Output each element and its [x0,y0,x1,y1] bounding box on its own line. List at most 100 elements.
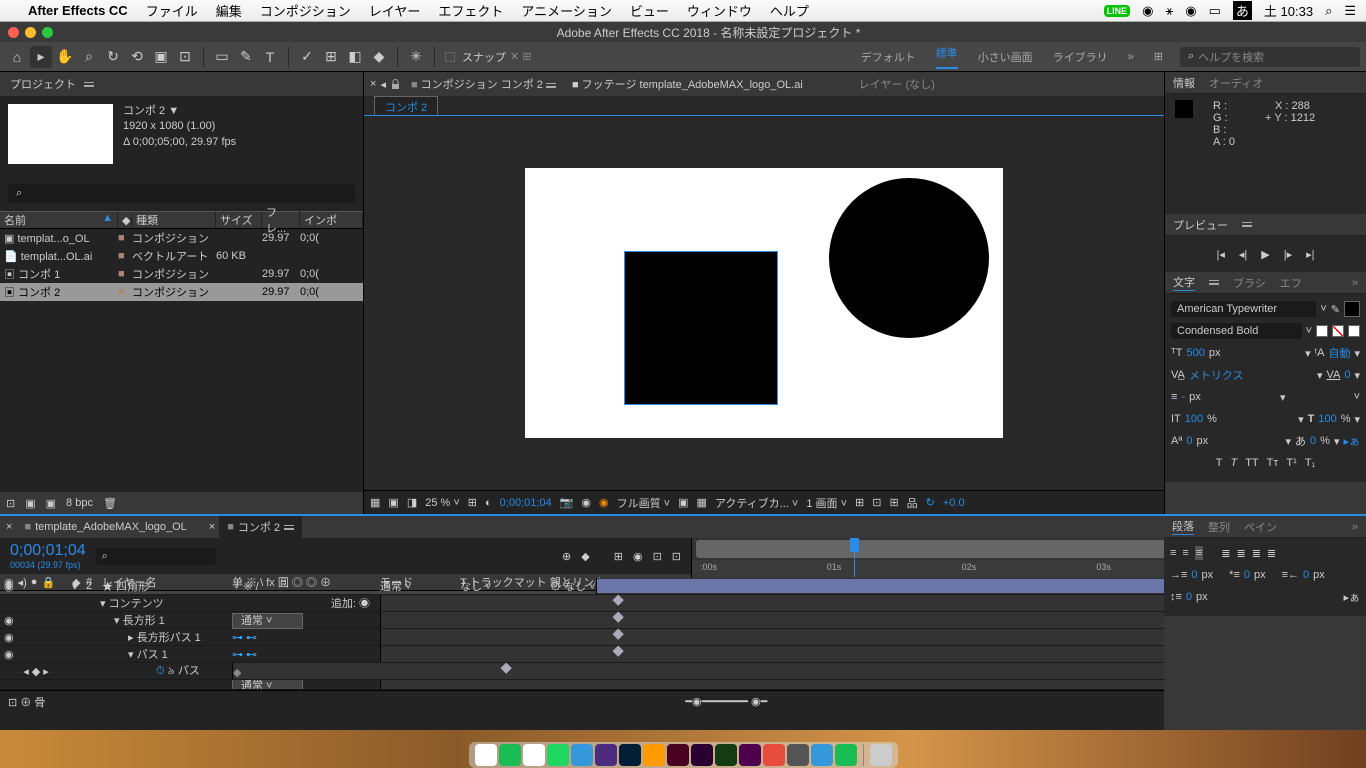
menu-effect[interactable]: エフェクト [438,1,503,20]
fill-swatch[interactable] [1344,301,1360,317]
justify-right-icon[interactable]: ≣ [1252,547,1261,560]
comp-tab[interactable]: ■ コンポジション コンポ 2 [405,73,562,95]
effects-panel-title[interactable]: エフ [1280,275,1302,291]
toggle-switches-icon[interactable]: ⊡ ⊕ 骨 [8,694,45,710]
visibility-icon[interactable]: ◉ [4,580,14,593]
line-icon[interactable]: LINE [1104,5,1131,17]
menu-layer[interactable]: レイヤー [369,1,421,20]
path-reset-icon[interactable]: ⊶ ⊷ [232,649,257,661]
dock-trash-icon[interactable] [870,744,892,766]
rect-mode[interactable]: 通常 ˅ [232,613,303,629]
roi-icon[interactable]: ▣ [678,496,688,509]
dock-ch-icon[interactable] [739,744,761,766]
alpha-icon[interactable]: ▦ [370,496,380,509]
project-item[interactable]: ▣ templat...o_OL■コンポジション29.970;0( [0,229,363,247]
fast-icon[interactable]: ⊡ [872,496,881,509]
brush-tool-icon[interactable]: ✓ [296,46,318,68]
fb-icon[interactable]: ⊞ [614,550,623,563]
pixel-icon[interactable]: ⊞ [855,496,864,509]
playhead[interactable] [854,538,855,577]
project-search[interactable]: ⌕ [8,184,355,203]
rectangle-tool-icon[interactable]: ▭ [211,46,233,68]
maximize-button[interactable] [42,27,53,38]
superscript-icon[interactable]: T¹ [1286,457,1296,469]
comp-mini-icon[interactable]: ⊕ [562,550,571,563]
clock[interactable]: 土 10:33 [1264,1,1313,20]
folder-icon[interactable]: ▣ [25,497,35,510]
rotation-tool-icon[interactable]: ⟲ [126,46,148,68]
close-button[interactable] [8,27,19,38]
dock-app-icon[interactable] [811,744,833,766]
menu-help[interactable]: ヘルプ [770,1,809,20]
hand-tool-icon[interactable]: ✋ [54,46,76,68]
leading-value[interactable]: 自動 [1328,345,1350,361]
dock-app2-icon[interactable] [835,744,857,766]
puppet-tool-icon[interactable]: ✳ [405,46,427,68]
lock-icon[interactable] [390,79,401,90]
tl-close-icon[interactable]: × [6,521,12,533]
draft3d-icon[interactable]: ⊡ [672,550,681,563]
color-icon[interactable]: ◉ [599,496,609,509]
layer-row[interactable]: ◉ ▾ 2 ★ 四角形 ♀ ※ / 通常 ˅ なし ˅ ⊘ なし ˅ [0,578,1366,595]
close-tab-icon[interactable]: × [370,78,376,90]
channel-icon[interactable]: ▣ [388,496,398,509]
current-time[interactable]: 0;00;01;04 [10,542,86,560]
exposure-reset-icon[interactable]: ↻ [926,496,935,509]
workspace-standard[interactable]: 標準 [936,45,958,69]
preview-panel-title[interactable]: プレビュー [1173,217,1228,233]
vis-icon[interactable]: ◉ [4,649,14,661]
bold-icon[interactable]: T [1216,457,1223,469]
new-comp-icon[interactable]: ▣ [46,497,56,510]
keyframe[interactable] [613,612,624,623]
dock-dn-icon[interactable] [715,744,737,766]
dock-settings-icon[interactable] [787,744,809,766]
mb-icon[interactable]: ◉ [633,550,643,563]
menu-view[interactable]: ビュー [630,1,669,20]
spotlight-icon[interactable]: ⌕ [1325,3,1332,19]
vis-icon[interactable]: ◉ [4,632,14,644]
stroke-swatch-n[interactable] [1332,325,1344,337]
selection-tool-icon[interactable]: ▸ [30,46,52,68]
indent-left[interactable]: 0 [1191,569,1197,581]
camera-dropdown[interactable]: アクティブカ... ˅ [715,495,798,511]
brush-panel-title[interactable]: ブラシ [1233,275,1266,291]
next-frame-icon[interactable]: |▸ [1284,248,1292,261]
text-tool-icon[interactable]: T [259,46,281,68]
col-size[interactable]: サイズ [216,212,262,228]
trash-icon[interactable]: 🗑 [103,497,117,510]
menu-edit[interactable]: 編集 [216,1,242,20]
snapshot-icon[interactable]: 📷 [560,496,574,509]
path-prop-row[interactable]: ◂ ◆ ▸ ⏱ ৯ パス ◆ [0,663,1366,680]
workspace-small[interactable]: 小さい画面 [978,49,1033,65]
swap-swatch[interactable] [1348,325,1360,337]
keyframe[interactable] [500,663,511,674]
bpc-button[interactable]: 8 bpc [66,497,93,509]
exposure-value[interactable]: +0.0 [943,497,965,509]
allcaps-icon[interactable]: TT [1245,457,1258,469]
rect-path-row[interactable]: ◉ ▸ 長方形パス 1 ⊶ ⊷ [0,629,1366,646]
menu-window[interactable]: ウィンドウ [687,1,752,20]
align-center-icon[interactable]: ≡ [1182,547,1188,559]
font-weight-dropdown[interactable]: Condensed Bold [1171,323,1302,339]
italic-icon[interactable]: T [1230,457,1237,469]
space-before[interactable]: 0 [1186,591,1192,603]
dock-finder-icon[interactable] [475,744,497,766]
tategaki-icon[interactable]: ▸ぁ [1343,433,1360,449]
zoom-slider[interactable]: ━◉━━━━━━━ ◉━ [685,695,767,708]
paint-panel-title[interactable]: ペイン [1244,519,1277,535]
project-item[interactable]: ▣ コンポ 2■コンポジション29.970;0( [0,283,363,301]
workspace-menu-icon[interactable]: ⊞ [1154,50,1163,63]
bluetooth-icon[interactable]: ⚹ [1165,3,1173,19]
wifi-icon[interactable]: ◉ [1185,3,1196,19]
res-icon[interactable]: ◨ [407,496,417,509]
show-snapshot-icon[interactable]: ◉ [581,496,591,509]
interpret-icon[interactable]: ⊡ [6,497,15,510]
stroke-swatch-w[interactable] [1316,325,1328,337]
audio-panel-title[interactable]: オーディオ [1209,75,1263,91]
layer-parent[interactable]: ⊘ なし ˅ [550,578,596,594]
3d-icon[interactable]: 品 [907,495,918,511]
path-reset-icon[interactable]: ⊶ ⊷ [232,632,257,644]
add-icon[interactable]: ◉ [359,598,370,610]
mask-icon[interactable]: ◐ [485,497,492,509]
cc-icon[interactable]: ◉ [1142,3,1153,19]
